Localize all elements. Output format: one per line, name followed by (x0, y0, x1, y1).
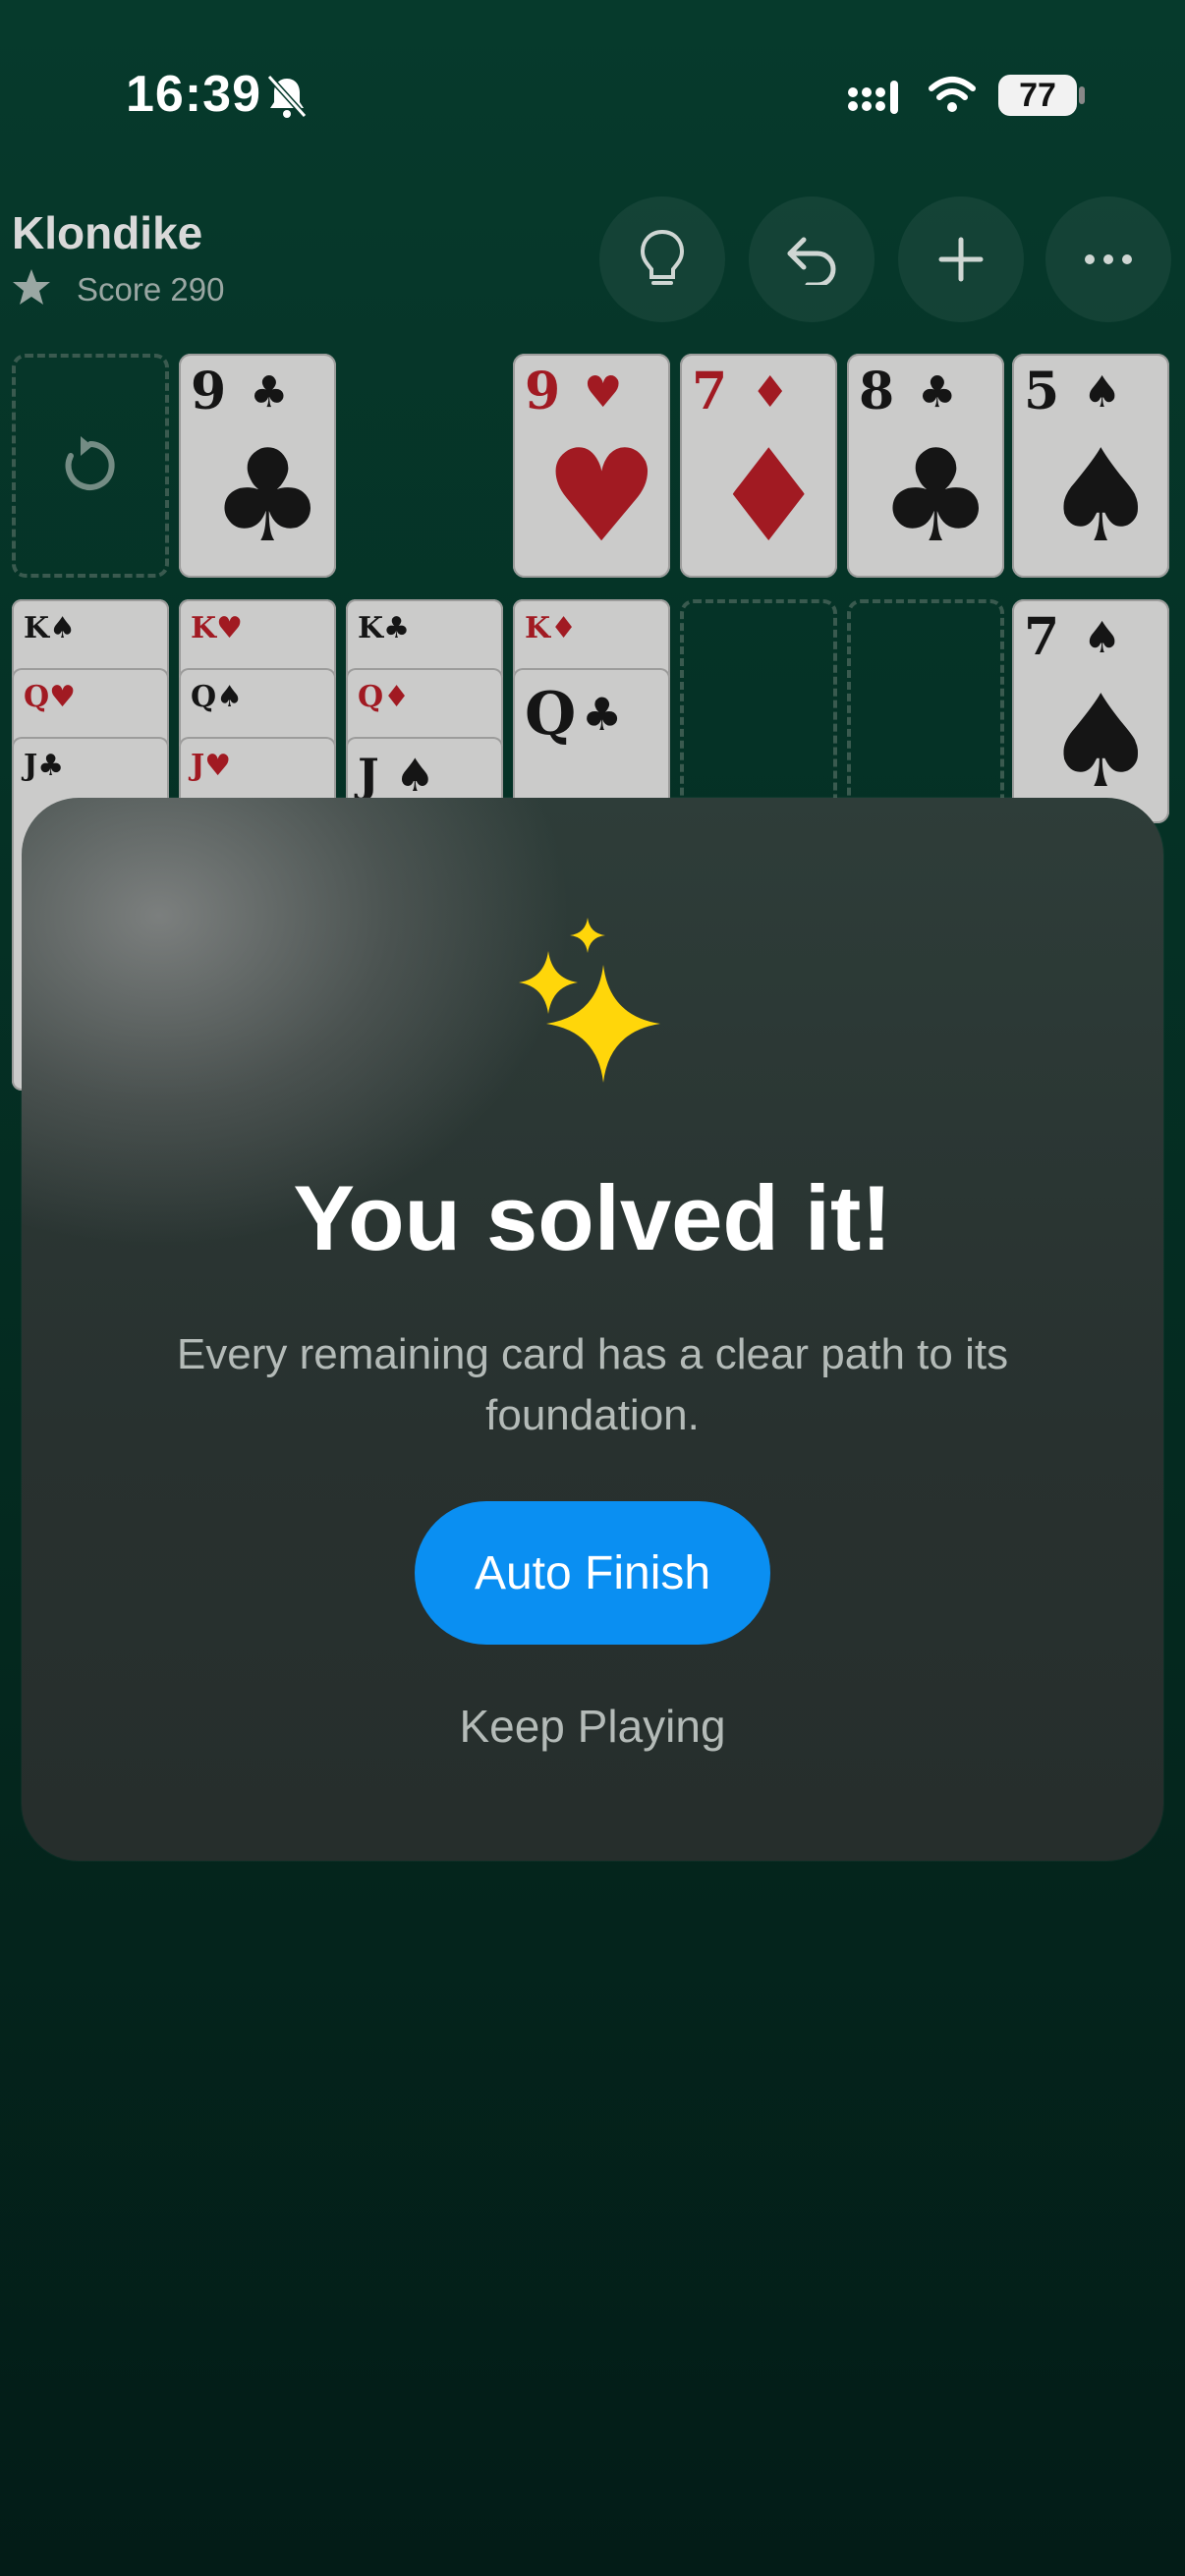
card-rank: 7 (692, 362, 728, 421)
card-label: Q♥ (24, 680, 77, 714)
card-suit: ♠ (1083, 613, 1122, 663)
keep-playing-button[interactable]: Keep Playing (0, 1700, 1185, 1753)
card-suit: ♦ (751, 367, 790, 418)
card-rank: 8 (859, 362, 895, 421)
card-rank: Q (525, 680, 577, 749)
card-suit: ♥ (584, 367, 623, 418)
card-rank: 9 (191, 362, 227, 421)
recycle-stock-icon (65, 436, 115, 490)
tableau-card[interactable]: 7 ♠ ♠ (1012, 599, 1169, 823)
undo-button[interactable] (749, 196, 875, 322)
dialog-title: You solved it! (293, 1166, 892, 1269)
card-label: J♣ (24, 749, 65, 783)
card-label: Q♦ (358, 680, 411, 714)
more-icon (1085, 254, 1132, 264)
card-label: Q♠ (191, 680, 244, 714)
foundation-diamonds[interactable]: 7 ♦ ♦ (680, 354, 837, 578)
new-game-button[interactable] (898, 196, 1024, 322)
card-rank: 9 (525, 362, 561, 421)
battery-tip (1079, 86, 1085, 104)
card-label: J ♠ (358, 749, 436, 802)
card-rank: 7 (1024, 607, 1060, 667)
cellular-signal-icon (848, 81, 898, 114)
lightbulb-icon (640, 229, 685, 285)
card-label: K♣ (358, 611, 410, 645)
score-label: Score 290 (77, 271, 225, 308)
card-label: J♥ (191, 749, 232, 783)
card-label: K♥ (191, 611, 243, 645)
foundation-hearts[interactable]: 9 ♥ ♥ (513, 354, 670, 578)
star-icon (13, 269, 50, 305)
card-pip: ♦ (711, 421, 826, 571)
stock-pile-empty[interactable] (12, 354, 169, 578)
card-label: K♠ (24, 611, 76, 645)
card-pip: ♠ (1044, 667, 1158, 816)
card-rank: 5 (1024, 362, 1060, 421)
more-button[interactable] (1045, 196, 1171, 322)
foundation-spades[interactable]: 5 ♠ ♠ (1012, 354, 1169, 578)
game-title: Klondike (12, 207, 203, 258)
bell-slash-icon (266, 74, 308, 119)
status-time: 16:39 (126, 66, 261, 123)
card-label: K♦ (525, 611, 577, 645)
sparkles-icon (519, 918, 660, 1083)
card-suit: ♣ (582, 688, 623, 741)
plus-icon (938, 237, 984, 282)
status-bar: 16:39 77 (0, 0, 1185, 187)
dialog-message: Every remaining card has a clear path to… (176, 1330, 1009, 1439)
hint-button[interactable] (599, 196, 725, 322)
card-pip: ♣ (878, 421, 993, 571)
auto-finish-button[interactable]: Auto Finish (415, 1501, 770, 1645)
card-suit: ♣ (918, 367, 957, 418)
waste-card[interactable]: 9 ♣ ♣ (179, 354, 336, 578)
foundation-clubs[interactable]: 8 ♣ ♣ (847, 354, 1004, 578)
card-suit: ♣ (250, 367, 289, 418)
card-pip: ♣ (210, 421, 325, 571)
undo-icon (787, 237, 836, 285)
card-pip: ♥ (544, 421, 659, 571)
card-suit: ♠ (1083, 367, 1122, 418)
battery-indicator: 77 (998, 75, 1077, 116)
wifi-icon (929, 77, 976, 112)
card-pip: ♠ (1044, 421, 1158, 571)
